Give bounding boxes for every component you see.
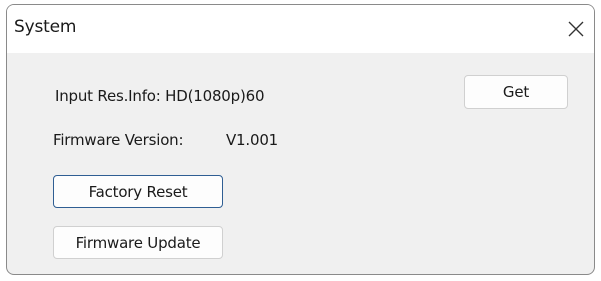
input-res-info-label: Input Res.Info: HD(1080p)60 bbox=[55, 87, 265, 105]
system-dialog: System Input Res.Info: HD(1080p)60 Get F… bbox=[6, 4, 595, 275]
window-title: System bbox=[14, 17, 77, 37]
get-button[interactable]: Get bbox=[464, 75, 568, 109]
close-icon bbox=[568, 21, 584, 37]
close-button[interactable] bbox=[562, 15, 590, 43]
firmware-update-button[interactable]: Firmware Update bbox=[53, 226, 223, 259]
firmware-version-value: V1.001 bbox=[226, 131, 279, 149]
factory-reset-button[interactable]: Factory Reset bbox=[53, 175, 223, 208]
title-bar: System bbox=[7, 5, 594, 53]
firmware-version-label: Firmware Version: bbox=[53, 131, 184, 149]
